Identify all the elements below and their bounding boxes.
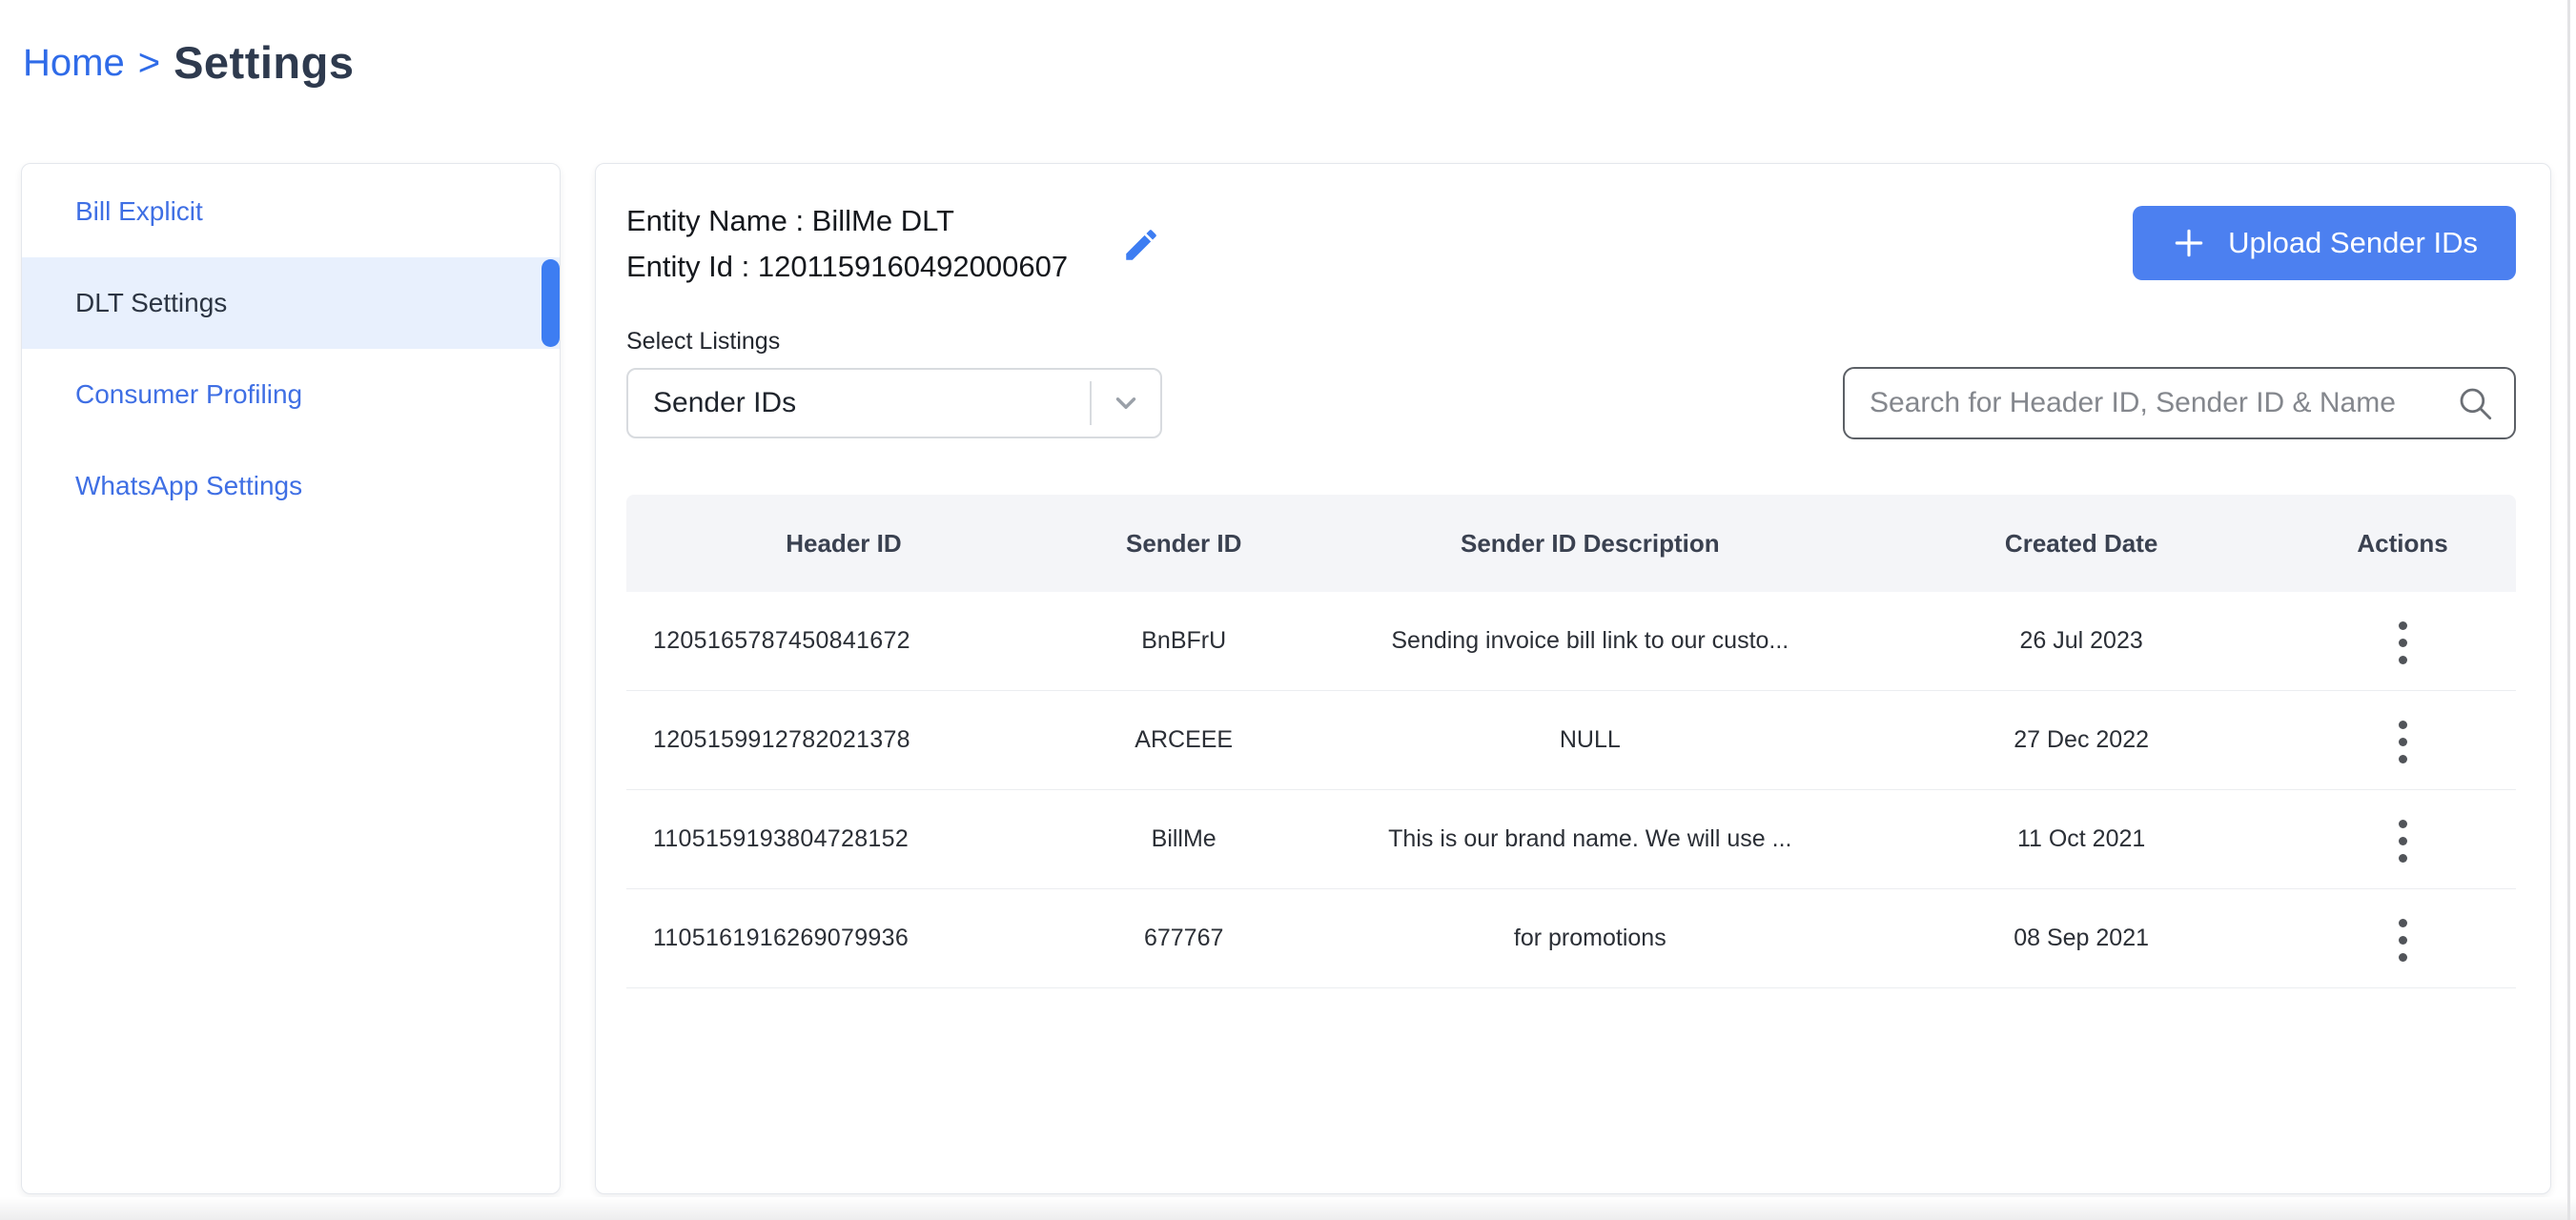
cell-created-date: 11 Oct 2021 [1873,825,2289,853]
table-header-row: Header ID Sender ID Sender ID Descriptio… [626,495,2516,592]
breadcrumb: Home > Settings [0,0,2576,163]
cell-sender-id: BillMe [1061,825,1307,853]
cell-actions [2289,906,2516,971]
sidebar-item-label: Bill Explicit [75,196,203,227]
settings-sidebar: Bill Explicit DLT Settings Consumer Prof… [21,163,561,1194]
table-row: 1105161916269079936 677767 for promotion… [626,889,2516,988]
column-header-header-id: Header ID [626,529,1061,559]
select-listings-label: Select Listings [626,328,2516,356]
cell-sender-id: BnBFrU [1061,627,1307,655]
entity-info: Entity Name : BillMe DLT Entity Id : 120… [626,198,1161,290]
cell-header-id: 1205159912782021378 [626,726,1061,754]
edit-entity-button[interactable] [1121,225,1161,270]
kebab-menu-icon[interactable] [2383,711,2423,773]
entity-name-text: Entity Name : BillMe DLT [626,198,1068,244]
sender-ids-table: Header ID Sender ID Sender ID Descriptio… [626,495,2516,988]
table-row: 1205159912782021378 ARCEEE NULL 27 Dec 2… [626,691,2516,790]
scrollbar[interactable] [2567,0,2570,1220]
entity-id-text: Entity Id : 1201159160492000607 [626,244,1068,290]
sidebar-item-label: WhatsApp Settings [75,471,302,501]
listings-dropdown-value: Sender IDs [653,387,796,419]
column-header-actions: Actions [2289,529,2516,559]
cell-actions [2289,609,2516,674]
breadcrumb-home-link[interactable]: Home [23,42,125,85]
cell-actions [2289,708,2516,773]
sidebar-item-dlt-settings[interactable]: DLT Settings [22,257,560,349]
chevron-down-icon [1092,387,1160,419]
sidebar-item-whatsapp-settings[interactable]: WhatsApp Settings [22,440,560,532]
cell-created-date: 27 Dec 2022 [1873,726,2289,754]
controls-row: Sender IDs [626,367,2516,439]
search-icon[interactable] [2455,383,2495,423]
column-header-sender-id: Sender ID [1061,529,1307,559]
sidebar-item-consumer-profiling[interactable]: Consumer Profiling [22,349,560,440]
sidebar-item-label: DLT Settings [75,288,227,318]
breadcrumb-separator: > [138,42,160,85]
column-header-created-date: Created Date [1873,529,2289,559]
active-indicator-bar [542,259,560,347]
search-input[interactable] [1870,387,2455,419]
pencil-icon [1121,225,1161,265]
kebab-menu-icon[interactable] [2383,909,2423,971]
cell-description: This is our brand name. We will use ... [1307,825,1874,853]
plus-icon [2171,225,2207,261]
cell-actions [2289,807,2516,872]
kebab-menu-icon[interactable] [2383,810,2423,872]
cell-created-date: 08 Sep 2021 [1873,925,2289,952]
cell-description: NULL [1307,726,1874,754]
cell-created-date: 26 Jul 2023 [1873,627,2289,655]
cell-description: Sending invoice bill link to our custo..… [1307,627,1874,655]
table-row: 1205165787450841672 BnBFrU Sending invoi… [626,592,2516,691]
sidebar-item-label: Consumer Profiling [75,379,302,410]
cell-sender-id: ARCEEE [1061,726,1307,754]
cell-description: for promotions [1307,925,1874,952]
sidebar-item-bill-explicit[interactable]: Bill Explicit [22,166,560,257]
column-header-description: Sender ID Description [1307,529,1874,559]
kebab-menu-icon[interactable] [2383,612,2423,674]
dlt-settings-panel: Entity Name : BillMe DLT Entity Id : 120… [595,163,2551,1194]
page-title: Settings [174,36,354,89]
entity-lines: Entity Name : BillMe DLT Entity Id : 120… [626,198,1068,290]
content-area: Bill Explicit DLT Settings Consumer Prof… [0,163,2576,1194]
cell-sender-id: 677767 [1061,925,1307,952]
upload-sender-ids-button[interactable]: Upload Sender IDs [2133,206,2516,280]
table-row: 1105159193804728152 BillMe This is our b… [626,790,2516,889]
cell-header-id: 1105159193804728152 [626,825,1061,853]
page-bottom-strip [0,1197,2576,1220]
cell-header-id: 1105161916269079936 [626,925,1061,952]
upload-button-label: Upload Sender IDs [2228,226,2478,260]
search-box [1843,367,2516,439]
panel-header-row: Entity Name : BillMe DLT Entity Id : 120… [626,198,2516,290]
cell-header-id: 1205165787450841672 [626,627,1061,655]
listings-dropdown[interactable]: Sender IDs [626,368,1162,438]
